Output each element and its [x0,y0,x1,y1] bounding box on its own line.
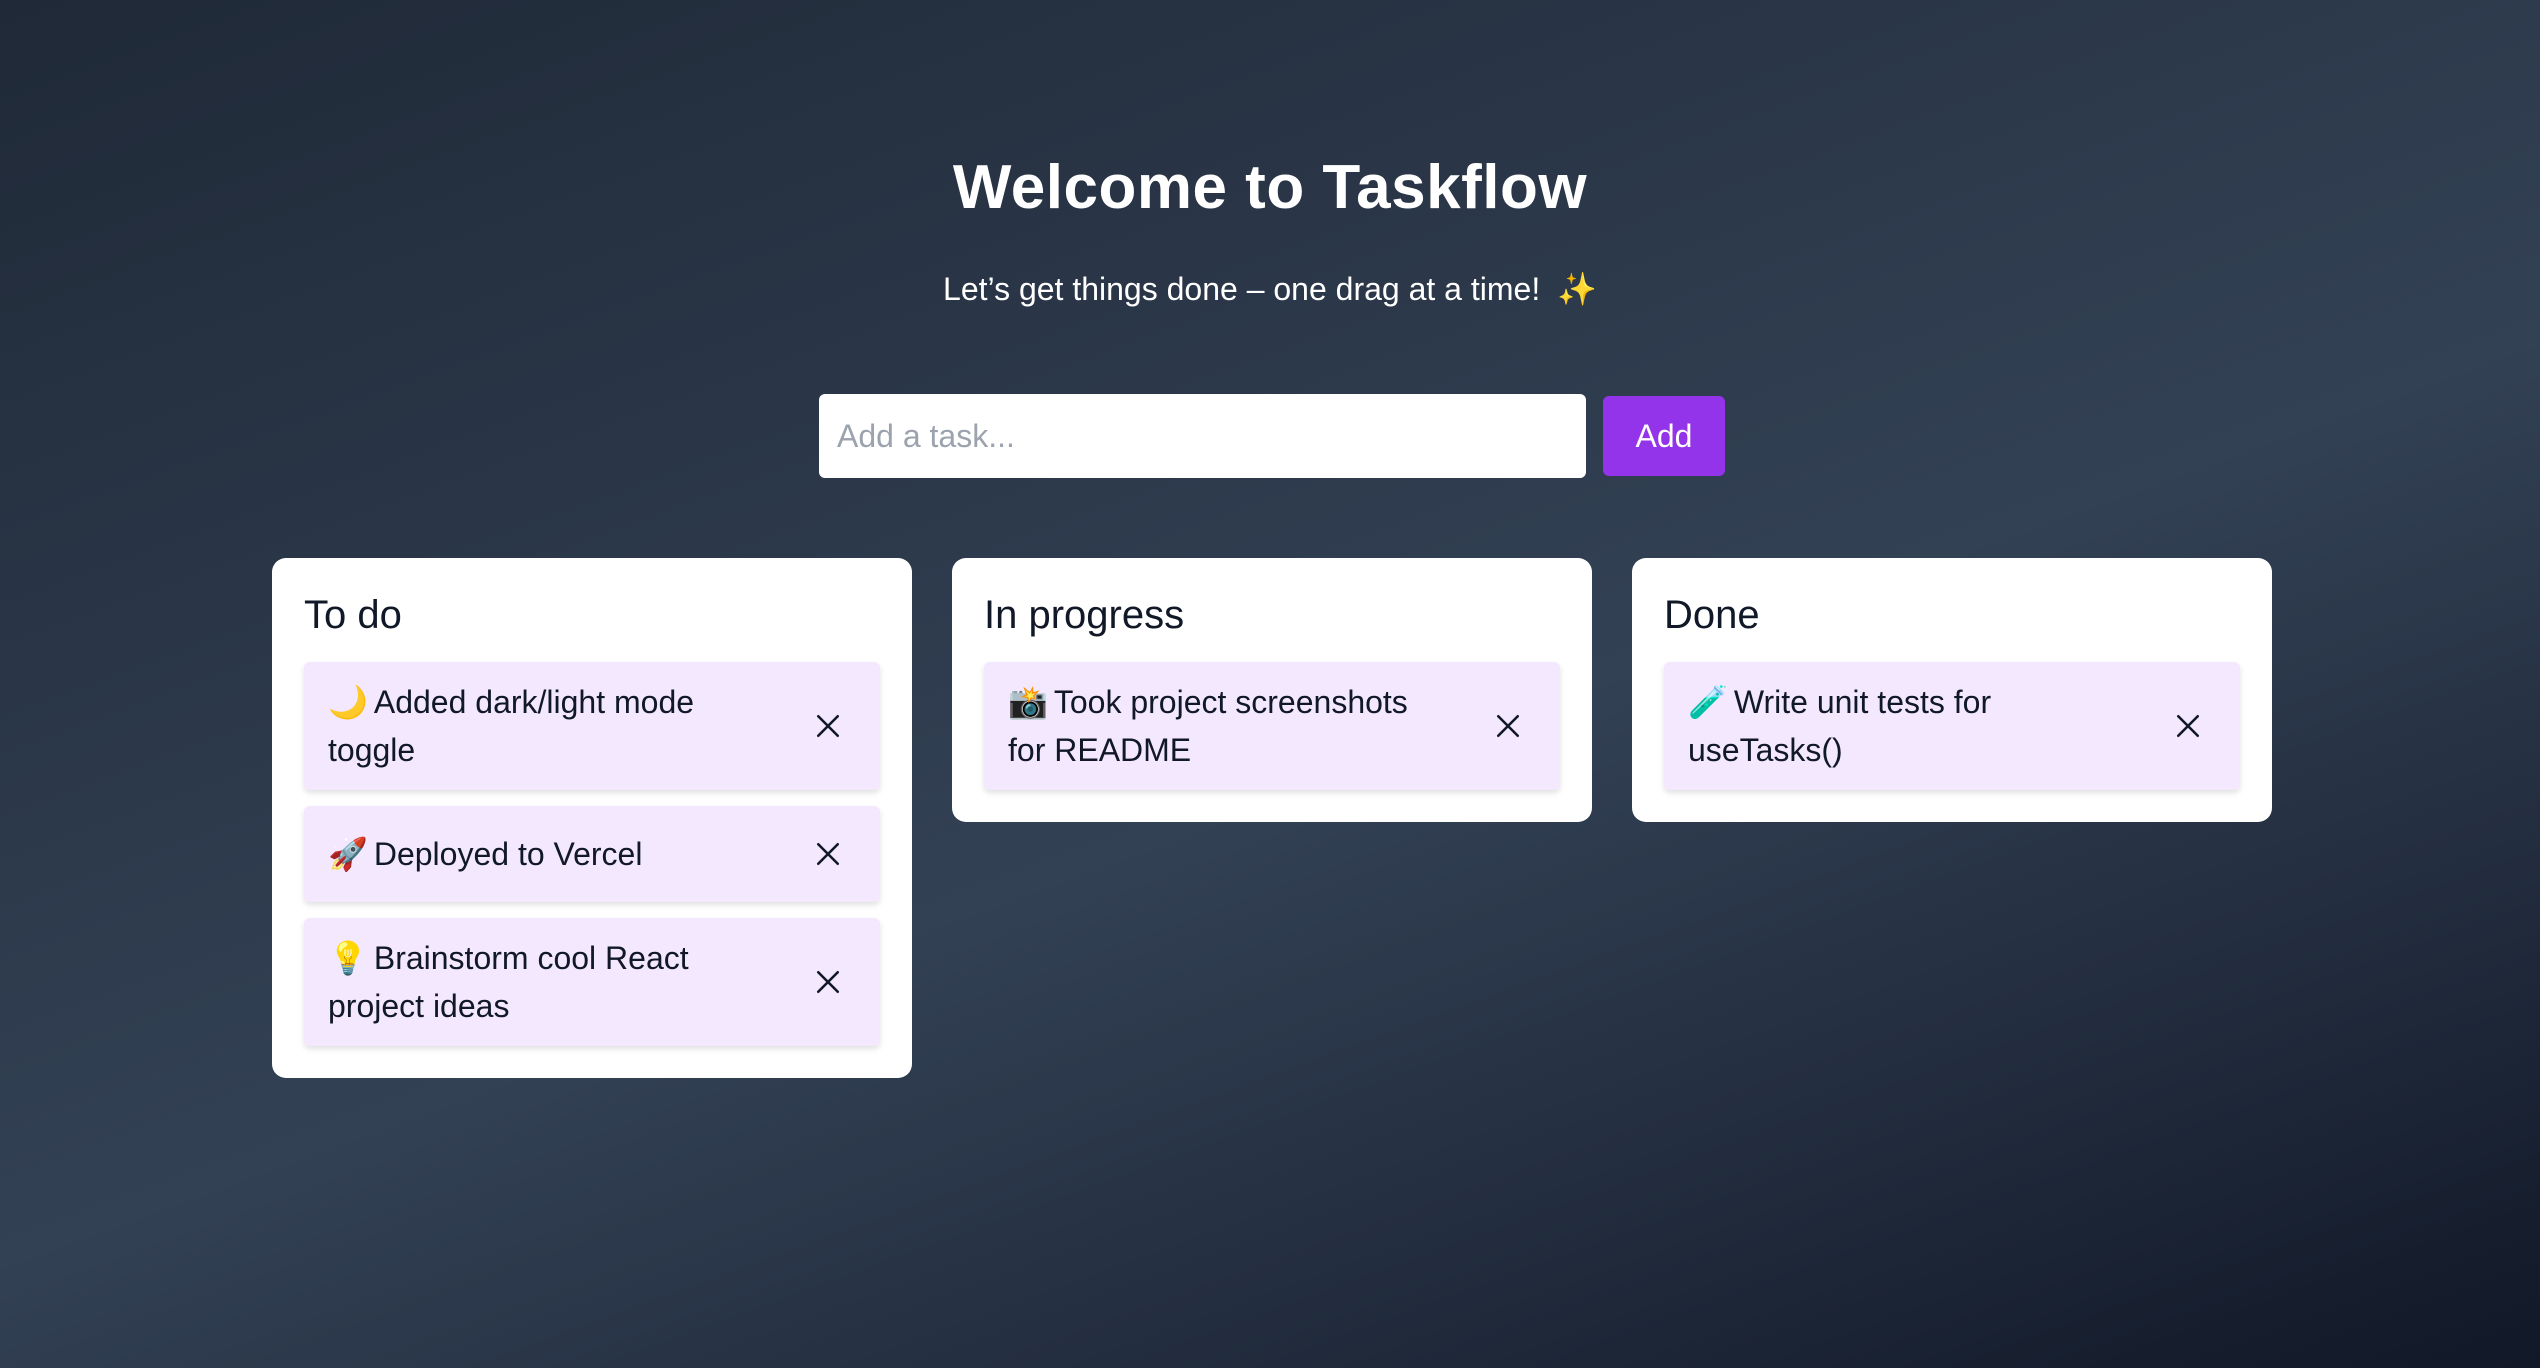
close-icon [816,714,840,738]
taskflow-page: Welcome to Taskflow Let’s get things don… [0,0,2540,1368]
subtitle-text: Let’s get things done – one drag at a ti… [943,271,1541,307]
task-text: Added dark/light mode toggle [328,684,695,768]
task-emoji-icon: 📸 [1008,683,1048,721]
delete-task-button[interactable] [1484,702,1532,750]
close-icon [1496,714,1520,738]
close-icon [816,970,840,994]
column-done[interactable]: Done 🧪 Write unit tests for useTasks() [1632,558,2272,822]
sparkles-icon: ✨ [1557,271,1597,307]
task-label: 📸 Took project screenshots for README [1008,678,1484,774]
task-emoji-icon: 🌙 [328,683,368,721]
task-label: 💡 Brainstorm cool React project ideas [328,934,804,1030]
close-icon [2176,714,2200,738]
column-title: To do [304,593,402,637]
task-text: Write unit tests for useTasks() [1688,684,1992,768]
task-card[interactable]: 💡 Brainstorm cool React project ideas [304,918,880,1046]
column-title: In progress [984,593,1185,637]
task-emoji-icon: 💡 [328,939,368,977]
delete-task-button[interactable] [804,702,852,750]
task-card[interactable]: 📸 Took project screenshots for README [984,662,1560,790]
task-card[interactable]: 🧪 Write unit tests for useTasks() [1664,662,2240,790]
task-emoji-icon: 🧪 [1688,683,1728,721]
task-text: Brainstorm cool React project ideas [328,940,689,1024]
page-title: Welcome to Taskflow [952,153,1588,222]
task-list: 🌙 Added dark/light mode toggle 🚀 Deployed t… [304,662,880,1046]
task-label: 🚀 Deployed to Vercel [328,830,804,878]
kanban-board: To do 🌙 Added dark/light mode toggle 🚀 Deplo… [272,558,2272,1078]
task-card[interactable]: 🚀 Deployed to Vercel [304,806,880,902]
delete-task-button[interactable] [2164,702,2212,750]
add-task-button[interactable]: Add [1603,396,1725,476]
page-subtitle: Let’s get things done – one drag at a ti… [0,270,2540,308]
close-icon [816,842,840,866]
delete-task-button[interactable] [804,830,852,878]
task-text: Took project screenshots for README [1008,684,1408,768]
task-card[interactable]: 🌙 Added dark/light mode toggle [304,662,880,790]
task-text: Deployed to Vercel [373,836,643,872]
column-in-progress[interactable]: In progress 📸 Took project screenshots for… [952,558,1592,822]
task-list: 🧪 Write unit tests for useTasks() [1664,662,2240,790]
task-label: 🧪 Write unit tests for useTasks() [1688,678,2164,774]
delete-task-button[interactable] [804,958,852,1006]
task-input[interactable] [819,394,1586,478]
task-label: 🌙 Added dark/light mode toggle [328,678,804,774]
add-task-form: Add [819,394,1725,478]
task-list: 📸 Took project screenshots for README [984,662,1560,790]
column-title: Done [1664,593,1760,637]
column-to-do[interactable]: To do 🌙 Added dark/light mode toggle 🚀 Deplo… [272,558,912,1078]
task-emoji-icon: 🚀 [328,835,368,873]
